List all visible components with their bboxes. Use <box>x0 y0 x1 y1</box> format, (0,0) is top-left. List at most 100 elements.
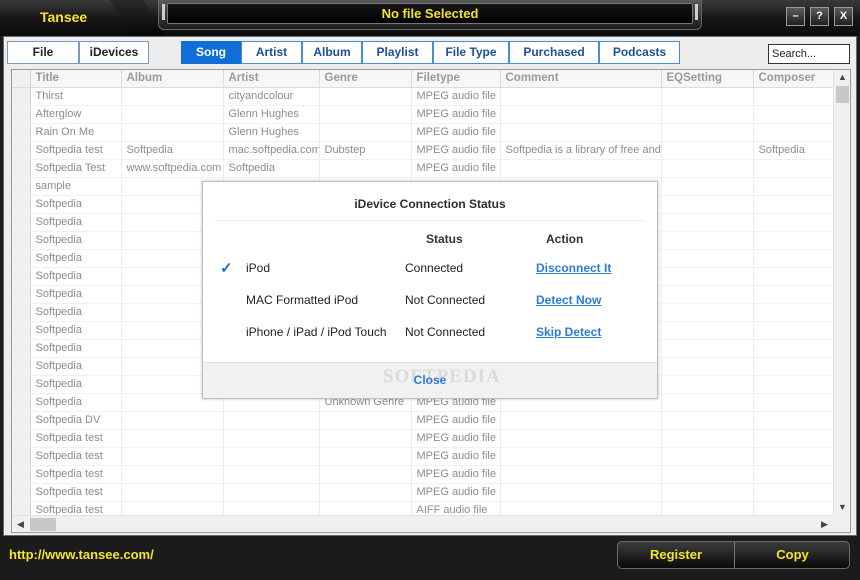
vertical-scroll-thumb[interactable] <box>836 86 849 103</box>
row-header[interactable] <box>12 87 31 106</box>
help-button[interactable]: ? <box>810 7 829 26</box>
cell-title[interactable]: Rain On Me <box>30 123 122 142</box>
cell-genre[interactable]: Dubstep <box>319 141 412 160</box>
table-row[interactable]: Rain On Me Glenn Hughes MPEG audio file <box>12 123 833 142</box>
close-window-button[interactable]: X <box>834 7 853 26</box>
cell-genre[interactable] <box>319 483 412 502</box>
cell-eqsetting[interactable] <box>661 357 754 376</box>
cell-artist[interactable] <box>223 465 320 484</box>
cell-eqsetting[interactable] <box>661 231 754 250</box>
cell-comment[interactable] <box>500 483 662 502</box>
cell-composer[interactable] <box>753 375 833 394</box>
cell-title[interactable]: Softpedia <box>30 393 122 412</box>
row-header[interactable] <box>12 285 31 304</box>
cell-title[interactable]: Softpedia test <box>30 429 122 448</box>
detect-now-link[interactable]: Detect Now <box>536 293 601 307</box>
cell-artist[interactable] <box>223 447 320 466</box>
scroll-down-icon[interactable]: ▼ <box>834 499 850 516</box>
cell-eqsetting[interactable] <box>661 177 754 196</box>
cell-filetype[interactable]: MPEG audio file <box>411 123 501 142</box>
tab-song[interactable]: Song <box>181 41 241 64</box>
tab-playlist[interactable]: Playlist <box>362 41 433 64</box>
cell-comment[interactable] <box>500 447 662 466</box>
cell-composer[interactable] <box>753 357 833 376</box>
cell-title[interactable]: Softpedia <box>30 195 122 214</box>
row-header[interactable] <box>12 159 31 178</box>
cell-comment[interactable] <box>500 465 662 484</box>
cell-composer[interactable] <box>753 483 833 502</box>
cell-title[interactable]: Softpedia <box>30 357 122 376</box>
cell-composer[interactable] <box>753 447 833 466</box>
cell-album[interactable] <box>121 483 224 502</box>
cell-title[interactable]: Thirst <box>30 87 122 106</box>
tab-artist[interactable]: Artist <box>241 41 302 64</box>
close-dialog-link[interactable]: Close <box>203 373 657 387</box>
cell-eqsetting[interactable] <box>661 195 754 214</box>
cell-comment[interactable] <box>500 429 662 448</box>
scroll-right-icon[interactable]: ▶ <box>816 516 833 532</box>
cell-eqsetting[interactable] <box>661 87 754 106</box>
table-row[interactable]: Softpedia DV MPEG audio file <box>12 411 833 430</box>
cell-eqsetting[interactable] <box>661 303 754 322</box>
column-header-album[interactable]: Album <box>121 70 224 88</box>
cell-filetype[interactable]: MPEG audio file <box>411 429 501 448</box>
cell-composer[interactable] <box>753 267 833 286</box>
scroll-left-icon[interactable]: ◀ <box>12 516 29 532</box>
disconnect-it-link[interactable]: Disconnect It <box>536 261 611 275</box>
skip-detect-link[interactable]: Skip Detect <box>536 325 601 339</box>
table-row[interactable]: Softpedia test MPEG audio file <box>12 483 833 502</box>
row-header[interactable] <box>12 357 31 376</box>
cell-title[interactable]: Afterglow <box>30 105 122 124</box>
search-input[interactable] <box>768 44 850 64</box>
cell-composer[interactable]: Softpedia <box>753 141 833 160</box>
cell-comment[interactable] <box>500 411 662 430</box>
cell-comment[interactable] <box>500 501 662 516</box>
cell-eqsetting[interactable] <box>661 429 754 448</box>
cell-composer[interactable] <box>753 411 833 430</box>
cell-eqsetting[interactable] <box>661 483 754 502</box>
row-header[interactable] <box>12 447 31 466</box>
cell-album[interactable] <box>121 87 224 106</box>
copy-button[interactable]: Copy <box>735 542 849 568</box>
cell-composer[interactable] <box>753 123 833 142</box>
cell-comment[interactable] <box>500 159 662 178</box>
cell-title[interactable]: Softpedia test <box>30 465 122 484</box>
tab-purchased[interactable]: Purchased <box>509 41 599 64</box>
cell-genre[interactable] <box>319 447 412 466</box>
cell-genre[interactable] <box>319 159 412 178</box>
cell-composer[interactable] <box>753 105 833 124</box>
cell-eqsetting[interactable] <box>661 159 754 178</box>
cell-comment[interactable] <box>500 123 662 142</box>
cell-eqsetting[interactable] <box>661 123 754 142</box>
row-header[interactable] <box>12 249 31 268</box>
tab-file[interactable]: File <box>7 41 79 64</box>
column-header-title[interactable]: Title <box>30 70 122 88</box>
cell-filetype[interactable]: MPEG audio file <box>411 447 501 466</box>
cell-composer[interactable] <box>753 195 833 214</box>
cell-album[interactable] <box>121 105 224 124</box>
cell-filetype[interactable]: MPEG audio file <box>411 483 501 502</box>
column-header-eqsetting[interactable]: EQSetting <box>661 70 754 88</box>
row-header[interactable] <box>12 411 31 430</box>
table-row[interactable]: Softpedia Test www.softpedia.com Softpedia… <box>12 159 833 178</box>
cell-title[interactable]: Softpedia test <box>30 141 122 160</box>
cell-genre[interactable] <box>319 429 412 448</box>
table-row[interactable]: Softpedia test MPEG audio file <box>12 465 833 484</box>
cell-artist[interactable]: Glenn Hughes <box>223 123 320 142</box>
cell-title[interactable]: Softpedia <box>30 285 122 304</box>
row-header[interactable] <box>12 465 31 484</box>
cell-comment[interactable]: Softpedia is a library of free and <box>500 141 662 160</box>
cell-artist[interactable]: Softpedia <box>223 159 320 178</box>
cell-eqsetting[interactable] <box>661 267 754 286</box>
horizontal-scrollbar[interactable]: ◀ ▶ <box>12 515 833 532</box>
row-header[interactable] <box>12 141 31 160</box>
row-header[interactable] <box>12 105 31 124</box>
row-header[interactable] <box>12 303 31 322</box>
cell-eqsetting[interactable] <box>661 141 754 160</box>
register-button[interactable]: Register <box>618 542 734 568</box>
cell-eqsetting[interactable] <box>661 213 754 232</box>
column-header-comment[interactable]: Comment <box>500 70 662 88</box>
row-header[interactable] <box>12 267 31 286</box>
cell-title[interactable]: Softpedia <box>30 267 122 286</box>
minimize-button[interactable]: – <box>786 7 805 26</box>
